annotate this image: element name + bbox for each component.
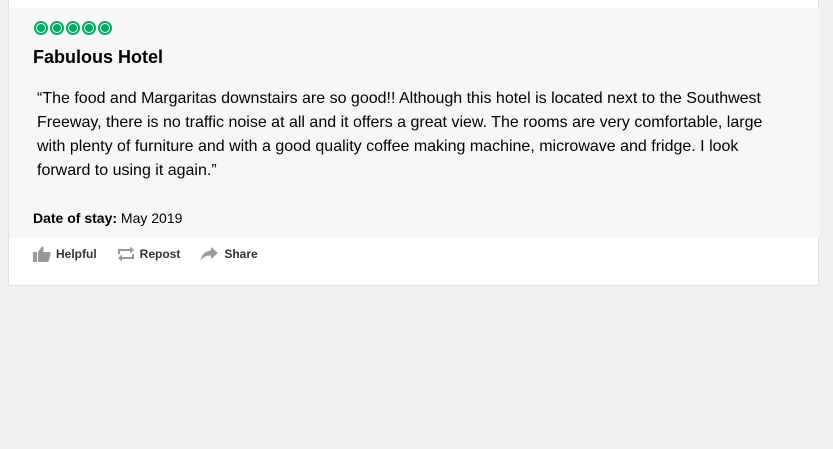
rating-bubble-icon (50, 21, 64, 35)
rating-bubble-icon (66, 21, 80, 35)
helpful-button[interactable]: Helpful (33, 246, 97, 262)
rating-bubble-icon (34, 21, 48, 35)
repost-icon (117, 246, 134, 262)
review-card: Fabulous Hotel “The food and Margaritas … (8, 0, 820, 286)
date-of-stay-label: Date of stay: (33, 210, 118, 226)
share-button[interactable]: Share (200, 246, 258, 262)
rating-bubbles (34, 21, 112, 35)
thumbs-up-icon (33, 246, 51, 262)
rating-bubble-icon (98, 21, 112, 35)
helpful-label: Helpful (56, 247, 97, 261)
repost-label: Repost (139, 247, 181, 261)
rating-bubble-icon (82, 21, 96, 35)
review-body: Fabulous Hotel “The food and Margaritas … (9, 8, 820, 238)
review-text: “The food and Margaritas downstairs are … (37, 90, 763, 179)
share-arrow-icon (200, 247, 219, 261)
review-actions: Helpful Repost Share (33, 246, 278, 262)
date-of-stay: Date of stay: May 2019 (33, 210, 182, 226)
share-label: Share (224, 247, 258, 261)
date-of-stay-value: May 2019 (120, 210, 183, 226)
repost-button[interactable]: Repost (117, 246, 181, 262)
review-title[interactable]: Fabulous Hotel (33, 47, 163, 68)
